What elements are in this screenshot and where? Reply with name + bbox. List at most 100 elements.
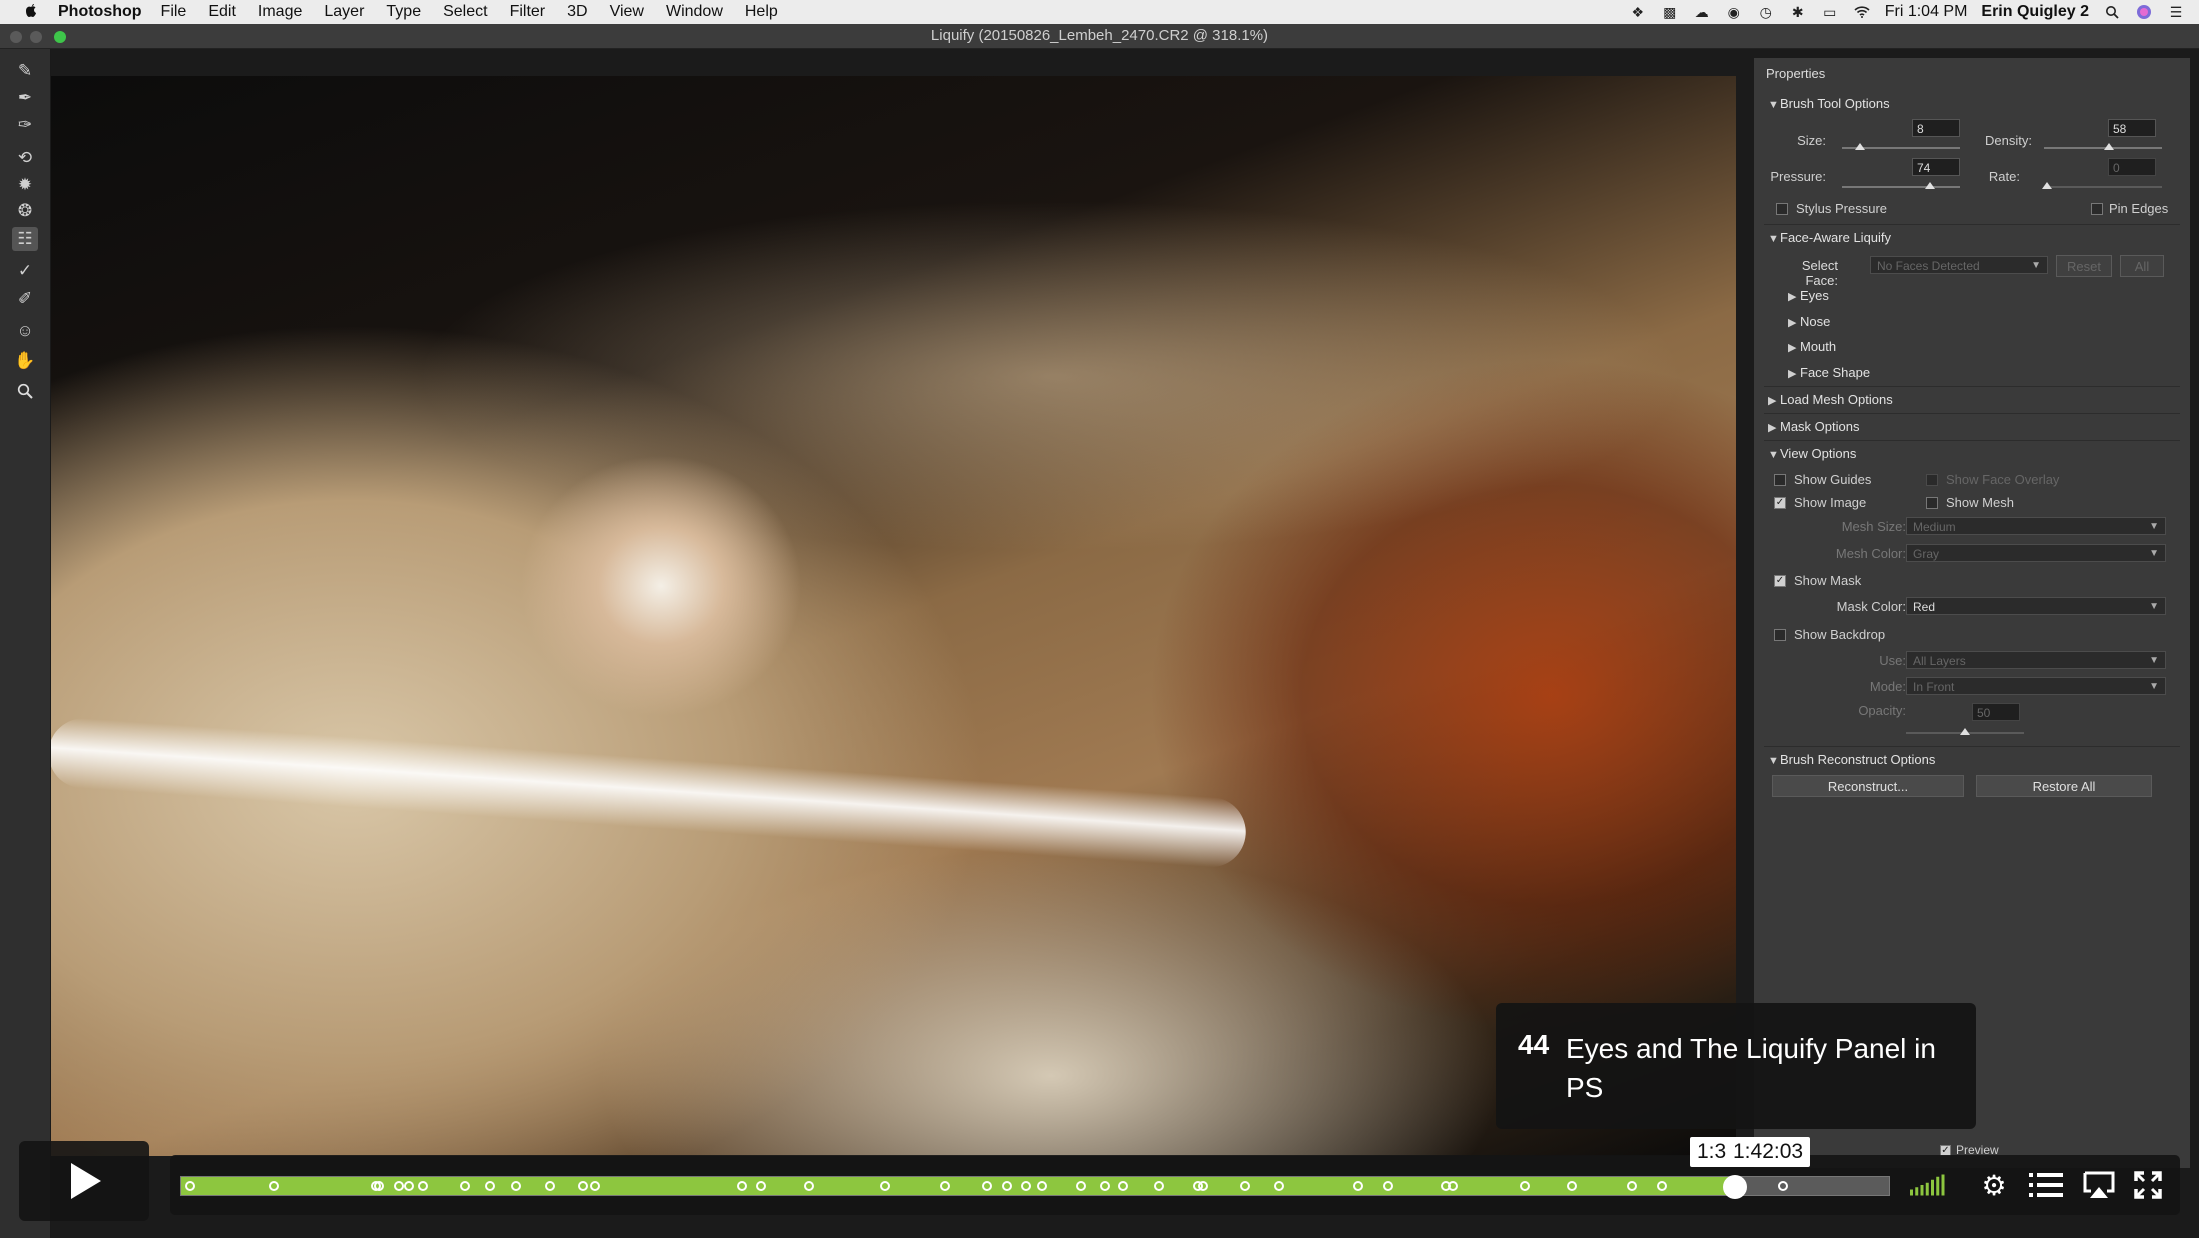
chapter-marker[interactable] xyxy=(185,1181,195,1191)
spotlight-icon[interactable] xyxy=(2103,4,2121,20)
size-field[interactable]: 8 xyxy=(1912,119,1960,137)
evernote-icon[interactable]: ▩ xyxy=(1661,4,1679,20)
restore-all-button[interactable]: Restore All xyxy=(1976,775,2152,797)
pressure-slider-track[interactable] xyxy=(1842,186,1960,188)
menu-image[interactable]: Image xyxy=(258,3,302,21)
chapter-marker[interactable] xyxy=(1778,1181,1789,1191)
eyes-section[interactable]: ▶ Eyes xyxy=(1788,288,1829,303)
chapter-marker[interactable] xyxy=(1240,1181,1250,1191)
chapter-marker[interactable] xyxy=(1656,1181,1667,1191)
chapter-marker[interactable] xyxy=(510,1181,521,1191)
chapter-card[interactable]: 44 Eyes and The Liquify Panel in PS xyxy=(1496,1003,1976,1129)
mouth-section[interactable]: ▶ Mouth xyxy=(1788,339,1836,354)
settings-gear-icon[interactable]: ⚙ xyxy=(1976,1167,2012,1203)
face-icon[interactable]: ☺ xyxy=(12,319,38,343)
scrubber-handle[interactable] xyxy=(1723,1175,1748,1199)
progress-bar[interactable] xyxy=(180,1175,1890,1199)
apple-menu-icon[interactable] xyxy=(20,2,42,23)
zoom-window-icon[interactable] xyxy=(54,31,66,43)
siri-icon[interactable] xyxy=(2135,4,2153,20)
chapter-marker[interactable] xyxy=(1099,1181,1110,1191)
menu-3d[interactable]: 3D xyxy=(567,3,587,21)
dropbox-icon[interactable]: ❖ xyxy=(1629,4,1647,20)
chapter-marker[interactable] xyxy=(1153,1181,1164,1191)
brush-reconstruct-options-header[interactable]: ▼Brush Reconstruct Options xyxy=(1768,752,1935,767)
use-dropdown[interactable]: All Layers ▼ xyxy=(1906,651,2166,669)
show-face-overlay-checkbox[interactable] xyxy=(1926,474,1938,486)
menu-file[interactable]: File xyxy=(161,3,187,21)
mode-dropdown[interactable]: In Front ▼ xyxy=(1906,677,2166,695)
face-tool-icon[interactable]: ☷ xyxy=(12,227,38,251)
show-mask-checkbox[interactable]: ✓ xyxy=(1774,575,1786,587)
freeze-mask-icon[interactable]: ✐ xyxy=(12,287,38,311)
chapter-marker[interactable] xyxy=(544,1181,555,1191)
select-face-dropdown[interactable]: No Faces Detected ▼ xyxy=(1870,256,2048,274)
app-menu[interactable]: Photoshop xyxy=(58,3,142,21)
face-reset-button[interactable]: Reset xyxy=(2056,255,2112,277)
minimize-window-icon[interactable] xyxy=(30,31,42,43)
wifi-icon[interactable] xyxy=(1853,4,1871,20)
push-left-icon[interactable]: ✓ xyxy=(12,259,38,283)
volume-icon[interactable] xyxy=(1910,1167,1946,1203)
reconstruct-button[interactable]: Reconstruct... xyxy=(1772,775,1964,797)
forward-warp-icon[interactable]: ✎ xyxy=(12,59,38,83)
menu-select[interactable]: Select xyxy=(443,3,487,21)
mask-color-dropdown[interactable]: Red ▼ xyxy=(1906,597,2166,615)
screen-mirror-icon[interactable]: ◉ xyxy=(1725,4,1743,20)
menu-layer[interactable]: Layer xyxy=(324,3,364,21)
clock[interactable]: Fri 1:04 PM xyxy=(1885,3,1968,21)
pressure-field[interactable]: 74 xyxy=(1912,158,1960,176)
opacity-slider-thumb[interactable] xyxy=(1960,728,1970,735)
time-machine-icon[interactable]: ◷ xyxy=(1757,4,1775,20)
density-slider-thumb[interactable] xyxy=(2104,143,2114,150)
bluetooth-icon[interactable]: ✱ xyxy=(1789,4,1807,20)
pressure-slider-thumb[interactable] xyxy=(1925,182,1935,189)
user-name[interactable]: Erin Quigley 2 xyxy=(1981,3,2089,21)
menu-view[interactable]: View xyxy=(610,3,644,21)
show-mesh-checkbox[interactable] xyxy=(1926,497,1938,509)
play-button[interactable] xyxy=(19,1141,149,1221)
view-options-header[interactable]: ▼View Options xyxy=(1768,446,1856,461)
menu-window[interactable]: Window xyxy=(666,3,723,21)
menu-edit[interactable]: Edit xyxy=(208,3,236,21)
chapter-marker[interactable] xyxy=(374,1181,385,1191)
chapter-marker[interactable] xyxy=(1273,1181,1284,1191)
chapter-marker[interactable] xyxy=(1020,1181,1031,1191)
opacity-field[interactable]: 50 xyxy=(1972,703,2020,721)
notification-icon[interactable]: ☰ xyxy=(2167,4,2185,20)
chapter-marker[interactable] xyxy=(1447,1181,1458,1191)
stylus-pressure-checkbox[interactable] xyxy=(1776,203,1788,215)
show-guides-checkbox[interactable] xyxy=(1774,474,1786,486)
close-window-icon[interactable] xyxy=(10,31,22,43)
chapter-marker[interactable] xyxy=(1197,1181,1208,1191)
face-all-button[interactable]: All xyxy=(2120,255,2164,277)
density-slider-track[interactable] xyxy=(2044,147,2162,149)
airplay-icon[interactable] xyxy=(2081,1167,2117,1203)
nose-section[interactable]: ▶ Nose xyxy=(1788,314,1830,329)
chapters-list-icon[interactable] xyxy=(2028,1167,2064,1203)
hand-icon[interactable]: ✋ xyxy=(12,349,38,373)
mask-options-header[interactable]: ▶ Mask Options xyxy=(1768,419,1859,434)
chapter-marker[interactable] xyxy=(939,1181,950,1191)
menu-help[interactable]: Help xyxy=(745,3,778,21)
show-image-checkbox[interactable]: ✓ xyxy=(1774,497,1786,509)
density-field[interactable]: 58 xyxy=(2108,119,2156,137)
show-backdrop-checkbox[interactable] xyxy=(1774,629,1786,641)
fullscreen-icon[interactable] xyxy=(2130,1167,2166,1203)
rate-slider-thumb[interactable] xyxy=(2042,182,2052,189)
chapter-marker[interactable] xyxy=(1001,1181,1012,1191)
rate-slider-track[interactable] xyxy=(2044,186,2162,188)
reconstruct-icon[interactable]: ✒ xyxy=(12,86,38,110)
brush-tool-options-header[interactable]: ▼Brush Tool Options xyxy=(1768,96,1890,111)
chapter-marker[interactable] xyxy=(981,1181,992,1191)
pin-edges-checkbox[interactable] xyxy=(2091,203,2103,215)
pucker-icon[interactable]: ✹ xyxy=(12,173,38,197)
load-mesh-options-header[interactable]: ▶ Load Mesh Options xyxy=(1768,392,1893,407)
image-canvas[interactable] xyxy=(51,76,1736,1156)
chapter-marker[interactable] xyxy=(1626,1181,1637,1191)
chapter-marker[interactable] xyxy=(417,1181,428,1191)
airplay-icon[interactable]: ▭ xyxy=(1821,4,1839,20)
menu-type[interactable]: Type xyxy=(386,3,421,21)
menu-filter[interactable]: Filter xyxy=(510,3,546,21)
chapter-marker[interactable] xyxy=(755,1181,766,1191)
